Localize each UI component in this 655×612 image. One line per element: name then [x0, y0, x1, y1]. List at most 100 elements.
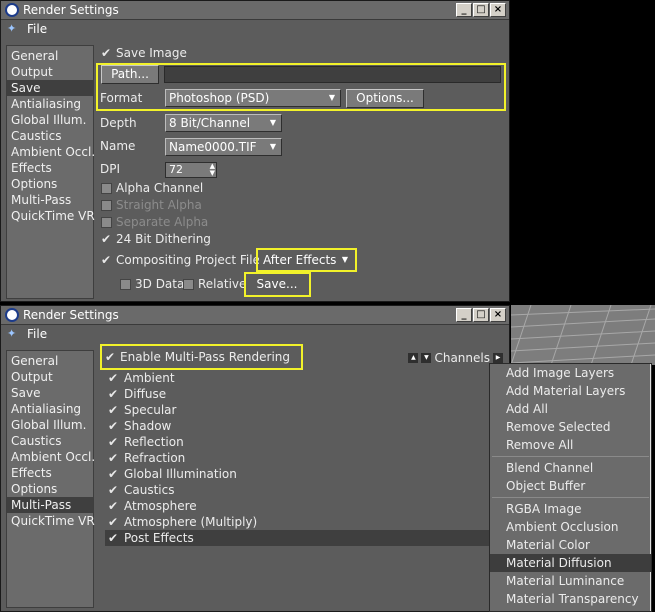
- channels-menu-arrow-icon[interactable]: ▶: [493, 353, 503, 363]
- name-dropdown[interactable]: Name0000.TIF ▼: [165, 138, 282, 156]
- alpha-channel-checkbox[interactable]: [101, 182, 112, 194]
- dithering-checkbox[interactable]: ✔: [101, 233, 112, 245]
- data-3d-checkbox[interactable]: [120, 278, 131, 290]
- path-field[interactable]: [164, 66, 501, 83]
- sidebar-item-ambient-occl[interactable]: Ambient Occl.: [7, 449, 95, 465]
- pass-checkbox[interactable]: ✔: [108, 420, 119, 432]
- compositing-checkbox[interactable]: ✔: [101, 254, 112, 266]
- sidebar-item-antialiasing[interactable]: Antialiasing: [7, 401, 93, 417]
- sidebar-item-quicktime-vr[interactable]: QuickTime VR: [7, 208, 95, 224]
- menu-item-add-image-layers[interactable]: Add Image Layers: [490, 364, 651, 382]
- sidebar-item-general[interactable]: General: [7, 48, 93, 64]
- sidebar-item-multi-pass[interactable]: Multi-Pass: [7, 497, 93, 513]
- sidebar-item-effects[interactable]: Effects: [7, 160, 93, 176]
- menu-item-add-material-layers[interactable]: Add Material Layers: [490, 382, 651, 400]
- pass-checkbox[interactable]: ✔: [108, 516, 119, 528]
- data-3d-row[interactable]: 3D Data: [120, 275, 184, 293]
- pass-checkbox[interactable]: ✔: [108, 532, 119, 544]
- depth-dropdown[interactable]: 8 Bit/Channel ▼: [165, 114, 282, 132]
- list-item[interactable]: ✔ Global Illumination: [105, 466, 489, 482]
- sidebar-item-options[interactable]: Options: [7, 176, 93, 192]
- menu-item-blend-channel[interactable]: Blend Channel: [490, 459, 651, 477]
- compositing-dropdown[interactable]: After Effects ▼: [259, 251, 354, 269]
- sidebar-item-antialiasing[interactable]: Antialiasing: [7, 96, 93, 112]
- save-image-row[interactable]: ✔ Save Image: [101, 44, 187, 62]
- pass-checkbox[interactable]: ✔: [108, 388, 119, 400]
- minimize-button[interactable]: _: [456, 308, 472, 322]
- menu-item-material-color[interactable]: Material Color: [490, 536, 651, 554]
- menu-item-ambient-occlusion[interactable]: Ambient Occlusion: [490, 518, 651, 536]
- enable-multipass-checkbox[interactable]: ✔: [105, 351, 116, 363]
- pass-checkbox[interactable]: ✔: [108, 500, 119, 512]
- title-bar[interactable]: Render Settings _ □ ×: [1, 1, 509, 20]
- move-down-icon[interactable]: ▼: [421, 353, 432, 363]
- alpha-channel-row[interactable]: Alpha Channel: [101, 179, 203, 197]
- dpi-spinner[interactable]: 72 ▲ ▼: [165, 162, 217, 178]
- separate-alpha-row[interactable]: Separate Alpha: [101, 213, 208, 231]
- sidebar-item-multi-pass[interactable]: Multi-Pass: [7, 192, 93, 208]
- menu-item-remove-selected[interactable]: Remove Selected: [490, 418, 651, 436]
- move-up-icon[interactable]: ▲: [408, 353, 419, 363]
- pass-checkbox[interactable]: ✔: [108, 404, 119, 416]
- list-item[interactable]: ✔ Refraction: [105, 450, 489, 466]
- pass-checkbox[interactable]: ✔: [108, 436, 119, 448]
- list-item[interactable]: ✔ Shadow: [105, 418, 489, 434]
- dithering-row[interactable]: ✔ 24 Bit Dithering: [101, 230, 211, 248]
- depth-value: 8 Bit/Channel: [169, 116, 251, 130]
- menu-item-object-buffer[interactable]: Object Buffer: [490, 477, 651, 495]
- list-item[interactable]: ✔ Atmosphere (Multiply): [105, 514, 489, 530]
- sidebar-item-output[interactable]: Output: [7, 64, 93, 80]
- relative-row[interactable]: Relative: [183, 275, 246, 293]
- pass-checkbox[interactable]: ✔: [108, 452, 119, 464]
- menu-item-add-all[interactable]: Add All: [490, 400, 651, 418]
- list-item[interactable]: ✔ Atmosphere: [105, 498, 489, 514]
- pass-checkbox[interactable]: ✔: [108, 468, 119, 480]
- sidebar-item-options[interactable]: Options: [7, 481, 93, 497]
- menu-file[interactable]: File: [27, 327, 47, 341]
- menu-file[interactable]: File: [27, 22, 47, 36]
- sidebar-item-global-illum[interactable]: Global Illum.: [7, 112, 93, 128]
- options-button[interactable]: Options...: [346, 89, 424, 108]
- sidebar-item-save[interactable]: Save: [7, 385, 93, 401]
- sidebar-item-save[interactable]: Save: [7, 80, 93, 96]
- menu-item-material-transparency[interactable]: Material Transparency: [490, 590, 651, 608]
- separate-alpha-checkbox[interactable]: [101, 216, 112, 228]
- save-button[interactable]: Save...: [248, 275, 306, 294]
- path-button[interactable]: Path...: [101, 65, 159, 84]
- maximize-button[interactable]: □: [473, 3, 489, 17]
- sidebar-item-global-illum[interactable]: Global Illum.: [7, 417, 93, 433]
- menu-item-rgba-image[interactable]: RGBA Image: [490, 500, 651, 518]
- close-button[interactable]: ×: [490, 3, 506, 17]
- straight-alpha-checkbox[interactable]: [101, 199, 112, 211]
- relative-checkbox[interactable]: [183, 278, 194, 290]
- save-image-checkbox[interactable]: ✔: [101, 47, 112, 59]
- menu-item-remove-all[interactable]: Remove All: [490, 436, 651, 454]
- sidebar-item-effects[interactable]: Effects: [7, 465, 93, 481]
- format-dropdown[interactable]: Photoshop (PSD) ▼: [165, 89, 341, 107]
- minimize-button[interactable]: _: [456, 3, 472, 17]
- sidebar-item-output[interactable]: Output: [7, 369, 93, 385]
- menu-item-material-diffusion[interactable]: Material Diffusion: [490, 554, 651, 572]
- list-item[interactable]: ✔ Diffuse: [105, 386, 489, 402]
- sidebar-item-caustics[interactable]: Caustics: [7, 128, 93, 144]
- list-item[interactable]: ✔ Specular: [105, 402, 489, 418]
- sidebar-item-caustics[interactable]: Caustics: [7, 433, 93, 449]
- compositing-row[interactable]: ✔ Compositing Project File: [101, 251, 260, 269]
- straight-alpha-row[interactable]: Straight Alpha: [101, 196, 202, 214]
- maximize-button[interactable]: □: [473, 308, 489, 322]
- title-bar[interactable]: Render Settings _ □ ×: [1, 306, 509, 325]
- pass-checkbox[interactable]: ✔: [108, 484, 119, 496]
- list-item[interactable]: ✔ Caustics: [105, 482, 489, 498]
- settings-sidebar: General Output Save Antialiasing Global …: [6, 45, 95, 299]
- sidebar-item-quicktime-vr[interactable]: QuickTime VR: [7, 513, 95, 529]
- list-item[interactable]: ✔ Reflection: [105, 434, 489, 450]
- stepper-arrows-icon[interactable]: ▲ ▼: [210, 163, 215, 177]
- list-item[interactable]: ✔ Ambient: [105, 370, 489, 386]
- close-button[interactable]: ×: [490, 308, 506, 322]
- sidebar-item-general[interactable]: General: [7, 353, 93, 369]
- menu-item-material-luminance[interactable]: Material Luminance: [490, 572, 651, 590]
- list-item-selected[interactable]: ✔ Post Effects: [105, 530, 489, 546]
- enable-multipass-row[interactable]: ✔ Enable Multi-Pass Rendering: [105, 348, 290, 366]
- sidebar-item-ambient-occl[interactable]: Ambient Occl.: [7, 144, 95, 160]
- pass-checkbox[interactable]: ✔: [108, 372, 119, 384]
